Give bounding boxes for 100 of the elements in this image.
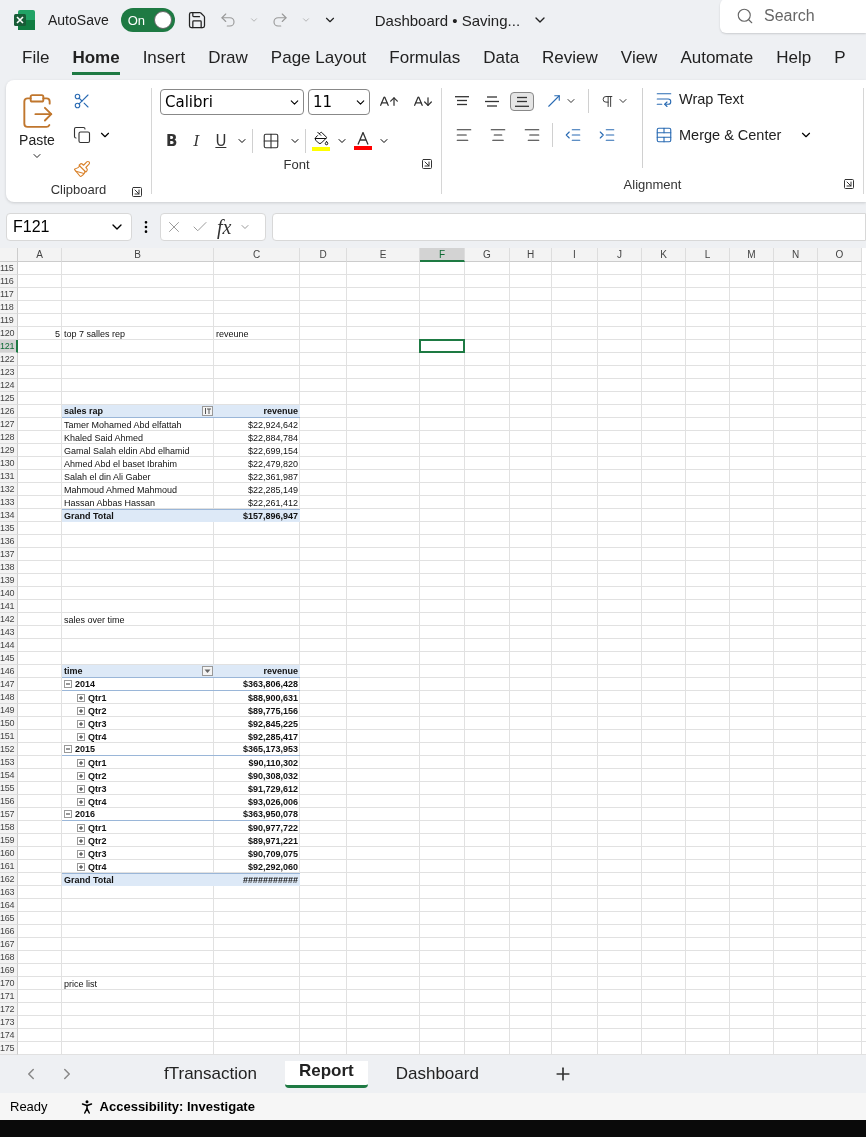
collapse-icon[interactable]: [64, 745, 72, 753]
row-number[interactable]: 122: [0, 353, 18, 366]
vertical-align-button[interactable]: [510, 91, 534, 111]
row-number[interactable]: 169: [0, 964, 18, 977]
sheet-tab[interactable]: Dashboard: [381, 1060, 493, 1088]
ribbon-tab[interactable]: View: [620, 43, 658, 75]
row-number[interactable]: 115: [0, 262, 18, 275]
row-number[interactable]: 127: [0, 418, 18, 431]
row-number[interactable]: 167: [0, 938, 18, 951]
ribbon-tab[interactable]: Page Layout: [270, 43, 367, 75]
row-number[interactable]: 166: [0, 925, 18, 938]
ribbon-tab[interactable]: P: [834, 43, 846, 75]
ribbon-tab[interactable]: Insert: [142, 43, 186, 75]
row-number[interactable]: 145: [0, 652, 18, 665]
expand-icon[interactable]: [77, 771, 85, 780]
column-header[interactable]: D: [300, 248, 347, 262]
autosave-toggle[interactable]: On: [120, 8, 175, 32]
row-number[interactable]: 140: [0, 587, 18, 600]
row-number[interactable]: 173: [0, 1016, 18, 1029]
row-number[interactable]: 158: [0, 821, 18, 834]
column-header[interactable]: L: [686, 248, 730, 262]
row-number[interactable]: 168: [0, 951, 18, 964]
row-number[interactable]: 137: [0, 548, 18, 561]
expand-icon[interactable]: [77, 693, 85, 702]
sheet-tab[interactable]: Report: [284, 1060, 368, 1088]
row-number[interactable]: 160: [0, 847, 18, 860]
ribbon-tab[interactable]: Draw: [208, 43, 248, 75]
ribbon-tab[interactable]: Data: [483, 43, 520, 75]
filter-dropdown-icon[interactable]: [202, 666, 213, 676]
insert-function-button[interactable]: fx: [217, 215, 232, 239]
row-number[interactable]: 126: [0, 405, 18, 418]
row-number[interactable]: 121: [0, 340, 18, 353]
row-number[interactable]: 153: [0, 756, 18, 769]
row-number[interactable]: 144: [0, 639, 18, 652]
row-number[interactable]: 138: [0, 561, 18, 574]
expand-icon[interactable]: [77, 732, 85, 741]
row-number[interactable]: 163: [0, 886, 18, 899]
dialog-launcher-icon[interactable]: [421, 158, 433, 170]
column-header[interactable]: H: [510, 248, 552, 262]
column-header[interactable]: E: [347, 248, 420, 262]
row-number[interactable]: 133: [0, 496, 18, 509]
row-number[interactable]: 128: [0, 431, 18, 444]
expand-icon[interactable]: [77, 706, 85, 715]
column-header[interactable]: G: [465, 248, 510, 262]
row-number[interactable]: 172: [0, 1003, 18, 1016]
column-header[interactable]: B: [62, 248, 214, 262]
row-number[interactable]: 125: [0, 392, 18, 405]
column-header[interactable]: O: [818, 248, 862, 262]
row-number[interactable]: 147: [0, 678, 18, 691]
row-number[interactable]: 155: [0, 782, 18, 795]
column-header[interactable]: I: [552, 248, 598, 262]
collapse-icon[interactable]: [64, 680, 72, 688]
name-box[interactable]: F121: [6, 213, 132, 241]
row-number[interactable]: 134: [0, 509, 18, 522]
row-number[interactable]: 136: [0, 535, 18, 548]
column-header[interactable]: C: [214, 248, 300, 262]
row-number[interactable]: 162: [0, 873, 18, 886]
ribbon-tab[interactable]: File: [22, 43, 50, 75]
ribbon-tab[interactable]: Automate: [680, 43, 754, 75]
row-number[interactable]: 130: [0, 457, 18, 470]
row-number[interactable]: 116: [0, 275, 18, 288]
fill-color-button[interactable]: [310, 131, 333, 151]
row-number[interactable]: 156: [0, 795, 18, 808]
dialog-launcher-icon[interactable]: [131, 186, 143, 198]
row-number[interactable]: 119: [0, 314, 18, 327]
row-number[interactable]: 164: [0, 899, 18, 912]
font-size-field[interactable]: 11: [308, 89, 370, 115]
expand-icon[interactable]: [77, 823, 85, 832]
expand-icon[interactable]: [77, 784, 85, 793]
row-number[interactable]: 165: [0, 912, 18, 925]
row-number[interactable]: 150: [0, 717, 18, 730]
merge-center-button[interactable]: Merge & Center: [651, 124, 786, 146]
row-number[interactable]: 131: [0, 470, 18, 483]
format-button[interactable]: B: [160, 130, 184, 152]
column-header[interactable]: A: [18, 248, 62, 262]
paste-button[interactable]: Paste: [14, 88, 60, 182]
row-number[interactable]: 141: [0, 600, 18, 613]
ribbon-tab[interactable]: Review: [542, 43, 598, 75]
column-header[interactable]: J: [598, 248, 642, 262]
row-number[interactable]: 120: [0, 327, 18, 340]
expand-icon[interactable]: [77, 849, 85, 858]
column-header[interactable]: F: [420, 248, 465, 262]
format-button[interactable]: U: [209, 130, 233, 152]
row-number[interactable]: 149: [0, 704, 18, 717]
row-number[interactable]: 157: [0, 808, 18, 821]
row-number[interactable]: 152: [0, 743, 18, 756]
expand-icon[interactable]: [77, 719, 85, 728]
row-number[interactable]: 124: [0, 379, 18, 392]
column-header[interactable]: K: [642, 248, 686, 262]
search-field[interactable]: Search: [720, 0, 866, 33]
row-number[interactable]: 129: [0, 444, 18, 457]
row-number[interactable]: 146: [0, 665, 18, 678]
expand-icon[interactable]: [77, 836, 85, 845]
row-number[interactable]: 151: [0, 730, 18, 743]
row-number[interactable]: 143: [0, 626, 18, 639]
row-number[interactable]: 159: [0, 834, 18, 847]
row-number[interactable]: 118: [0, 301, 18, 314]
save-icon[interactable]: [186, 10, 207, 30]
row-number[interactable]: 135: [0, 522, 18, 535]
row-number[interactable]: 171: [0, 990, 18, 1003]
